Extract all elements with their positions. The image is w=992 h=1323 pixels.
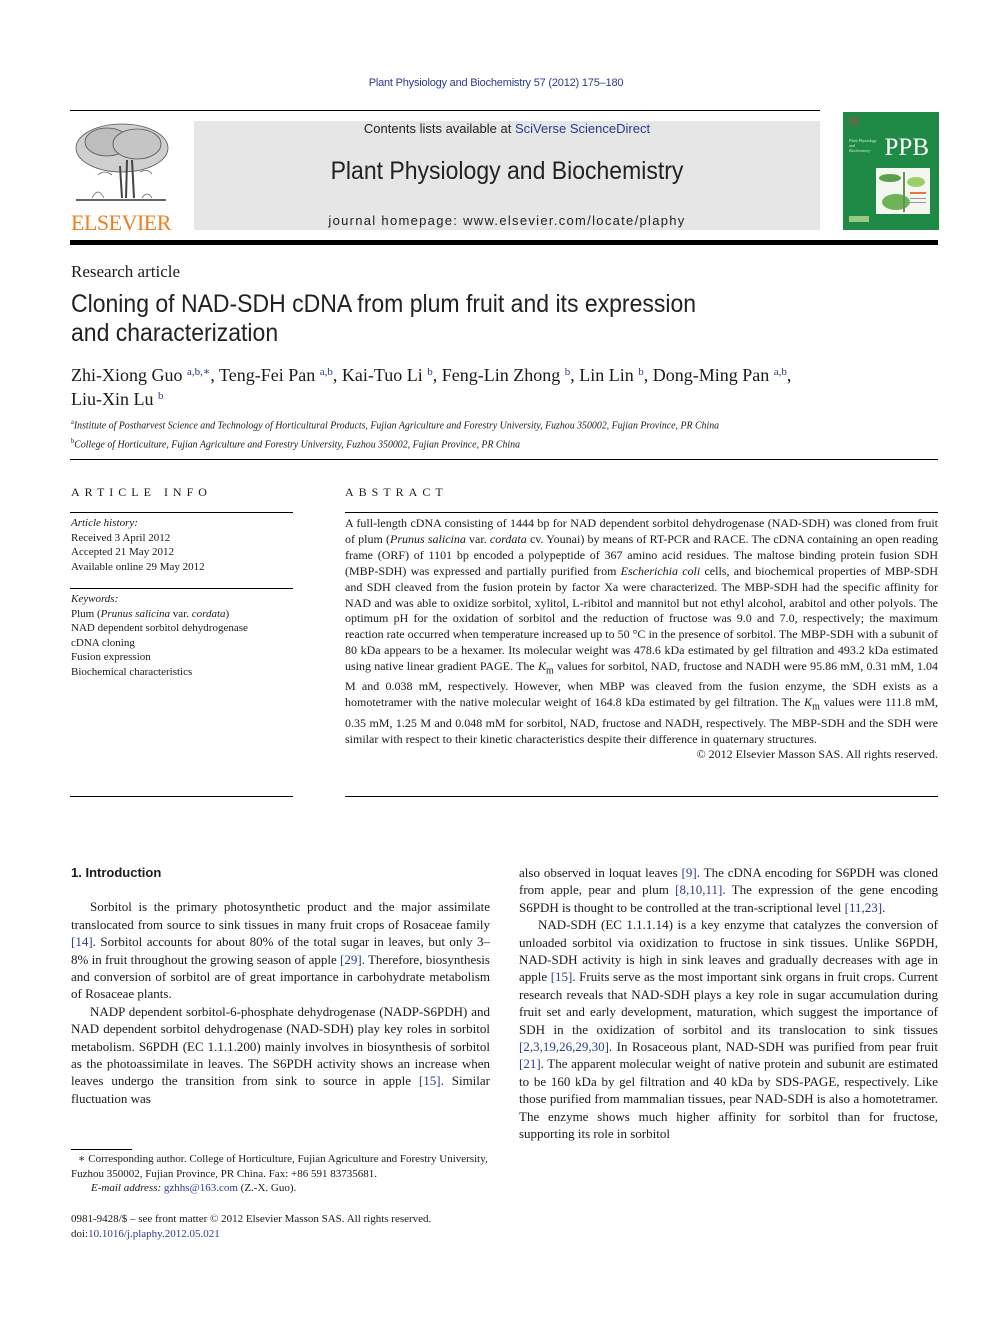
corresponding-author-footnote: ∗ Corresponding author. College of Horti…	[71, 1152, 496, 1196]
divider	[345, 512, 938, 513]
section-heading-introduction: 1. Introduction	[71, 865, 162, 880]
keywords-label: Keywords:	[71, 593, 119, 605]
body-column-right: also observed in loquat leaves [9]. The …	[519, 864, 938, 1143]
cover-illustration-icon	[876, 168, 930, 214]
author[interactable]: Feng-Lin Zhong b	[442, 365, 571, 385]
email-line: E-mail address: gzhhs@163.com (Z.-X. Guo…	[91, 1182, 297, 1194]
affiliations: aInstitute of Postharvest Science and Te…	[71, 415, 889, 452]
email-link[interactable]: gzhhs@163.com	[164, 1182, 238, 1194]
contents-prefix: Contents lists available at	[363, 121, 515, 136]
paragraph: NAD-SDH (EC 1.1.1.14) is a key enzyme th…	[519, 917, 938, 1142]
cover-elsevier-icon	[849, 116, 859, 126]
citation-link[interactable]: [21]	[519, 1056, 541, 1071]
header-rule	[70, 110, 820, 111]
online-date: Available online 29 May 2012	[71, 560, 205, 573]
paragraph: also observed in loquat leaves [9]. The …	[519, 865, 938, 915]
cover-abbrev: PPB	[884, 134, 929, 161]
citation-link[interactable]: [15]	[419, 1073, 441, 1088]
article-history: Article history: Received 3 April 2012 A…	[71, 516, 296, 574]
journal-citation-link[interactable]: Plant Physiology and Biochemistry 57 (20…	[0, 77, 992, 89]
article-info-heading: ARTICLE INFO	[71, 485, 212, 499]
cover-footer-logo	[849, 216, 869, 222]
footnote-rule	[71, 1149, 132, 1150]
author[interactable]: Liu-Xin Lu b	[71, 389, 164, 409]
citation-link[interactable]: [8,10,11]	[675, 882, 722, 897]
author-affiliation-mark[interactable]: a,b,∗	[187, 366, 210, 378]
citation-link[interactable]: [14]	[71, 934, 93, 949]
title-rule	[70, 459, 938, 460]
homepage-link[interactable]: www.elsevier.com/locate/plaphy	[463, 213, 686, 228]
elsevier-logo[interactable]: ELSEVIER	[70, 118, 172, 236]
footnote-star: ∗	[78, 1153, 86, 1165]
keyword: NAD dependent sorbitol dehydrogenase	[71, 622, 248, 634]
author[interactable]: Zhi-Xiong Guo a,b,∗	[71, 365, 210, 385]
author[interactable]: Lin Lin b	[579, 365, 644, 385]
journal-title: Plant Physiology and Biochemistry	[330, 157, 684, 185]
article-title-line-2: and characterization	[71, 319, 279, 347]
received-date: Received 3 April 2012	[71, 531, 171, 544]
paragraph: NADP dependent sorbitol-6-phosphate dehy…	[71, 1003, 491, 1106]
author-affiliation-mark[interactable]: b	[158, 390, 164, 402]
citation-link[interactable]: [15]	[551, 969, 573, 984]
keyword: Biochemical characteristics	[71, 665, 193, 678]
masthead-rule	[70, 240, 938, 245]
affiliation-b: bCollege of Horticulture, Fujian Agricul…	[71, 436, 521, 451]
paragraph: Sorbitol is the primary photosynthetic p…	[71, 899, 490, 1002]
divider	[345, 796, 938, 797]
citation-link[interactable]: [11,23]	[845, 900, 882, 915]
front-matter-text: 0981-9428/$ – see front matter © 2012 El…	[71, 1213, 432, 1225]
body-column-left: 1. Introduction Sorbitol is the primary …	[71, 864, 490, 1107]
citation-link[interactable]: [9]	[682, 865, 697, 880]
citation-link[interactable]: [2,3,19,26,29,30]	[519, 1039, 609, 1054]
affiliation-a: aInstitute of Postharvest Science and Te…	[71, 418, 720, 432]
author[interactable]: Teng-Fei Pan a,b	[219, 365, 333, 385]
divider	[70, 796, 293, 797]
cover-small-title: Plant Physiology and Biochemistry	[849, 138, 877, 153]
sciencedirect-link[interactable]: SciVerse ScienceDirect	[515, 121, 650, 136]
history-label: Article history:	[71, 517, 138, 529]
keywords: Keywords: Plum (Prunus salicina var. cor…	[71, 592, 296, 679]
doi-line: doi:10.1016/j.plaphy.2012.05.021	[71, 1227, 220, 1240]
author[interactable]: Kai-Tuo Li b	[342, 365, 433, 385]
article-title: Cloning of NAD-SDH cDNA from plum fruit …	[71, 290, 770, 348]
doi-link[interactable]: 10.1016/j.plaphy.2012.05.021	[88, 1228, 220, 1240]
journal-homepage: journal homepage: www.elsevier.com/locat…	[194, 213, 820, 228]
author-affiliation-mark[interactable]: a,b	[774, 366, 787, 378]
divider	[70, 588, 293, 589]
keyword: Fusion expression	[71, 651, 151, 663]
accepted-date: Accepted 21 May 2012	[71, 546, 174, 558]
author-affiliation-mark[interactable]: a,b	[320, 366, 333, 378]
elsevier-wordmark: ELSEVIER	[71, 210, 171, 235]
keyword: Plum (Prunus salicina var. cordata)	[71, 607, 230, 620]
elsevier-tree-icon	[72, 120, 170, 208]
journal-masthead: Contents lists available at SciVerse Sci…	[194, 121, 820, 230]
citation-link[interactable]: [29]	[340, 952, 362, 967]
abstract-heading: ABSTRACT	[345, 485, 448, 499]
article-type: Research article	[71, 262, 181, 281]
abstract-text: A full-length cDNA consisting of 1444 bp…	[345, 516, 938, 746]
contents-line: Contents lists available at SciVerse Sci…	[194, 121, 820, 136]
keyword: cDNA cloning	[71, 636, 135, 649]
author-list: Zhi-Xiong Guo a,b,∗, Teng-Fei Pan a,b, K…	[71, 365, 792, 409]
abstract-body: A full-length cDNA consisting of 1444 bp…	[345, 516, 938, 763]
front-matter: 0981-9428/$ – see front matter © 2012 El…	[71, 1212, 496, 1241]
journal-cover-thumbnail[interactable]: Plant Physiology and Biochemistry PPB	[843, 112, 939, 230]
author[interactable]: Dong-Ming Pan a,b	[653, 365, 787, 385]
homepage-prefix: journal homepage:	[328, 213, 464, 228]
divider	[70, 512, 293, 513]
corresponding-text: Corresponding author. College of Horticu…	[71, 1153, 488, 1180]
article-title-line-1: Cloning of NAD-SDH cDNA from plum fruit …	[71, 290, 697, 318]
abstract-copyright: © 2012 Elsevier Masson SAS. All rights r…	[696, 747, 938, 762]
